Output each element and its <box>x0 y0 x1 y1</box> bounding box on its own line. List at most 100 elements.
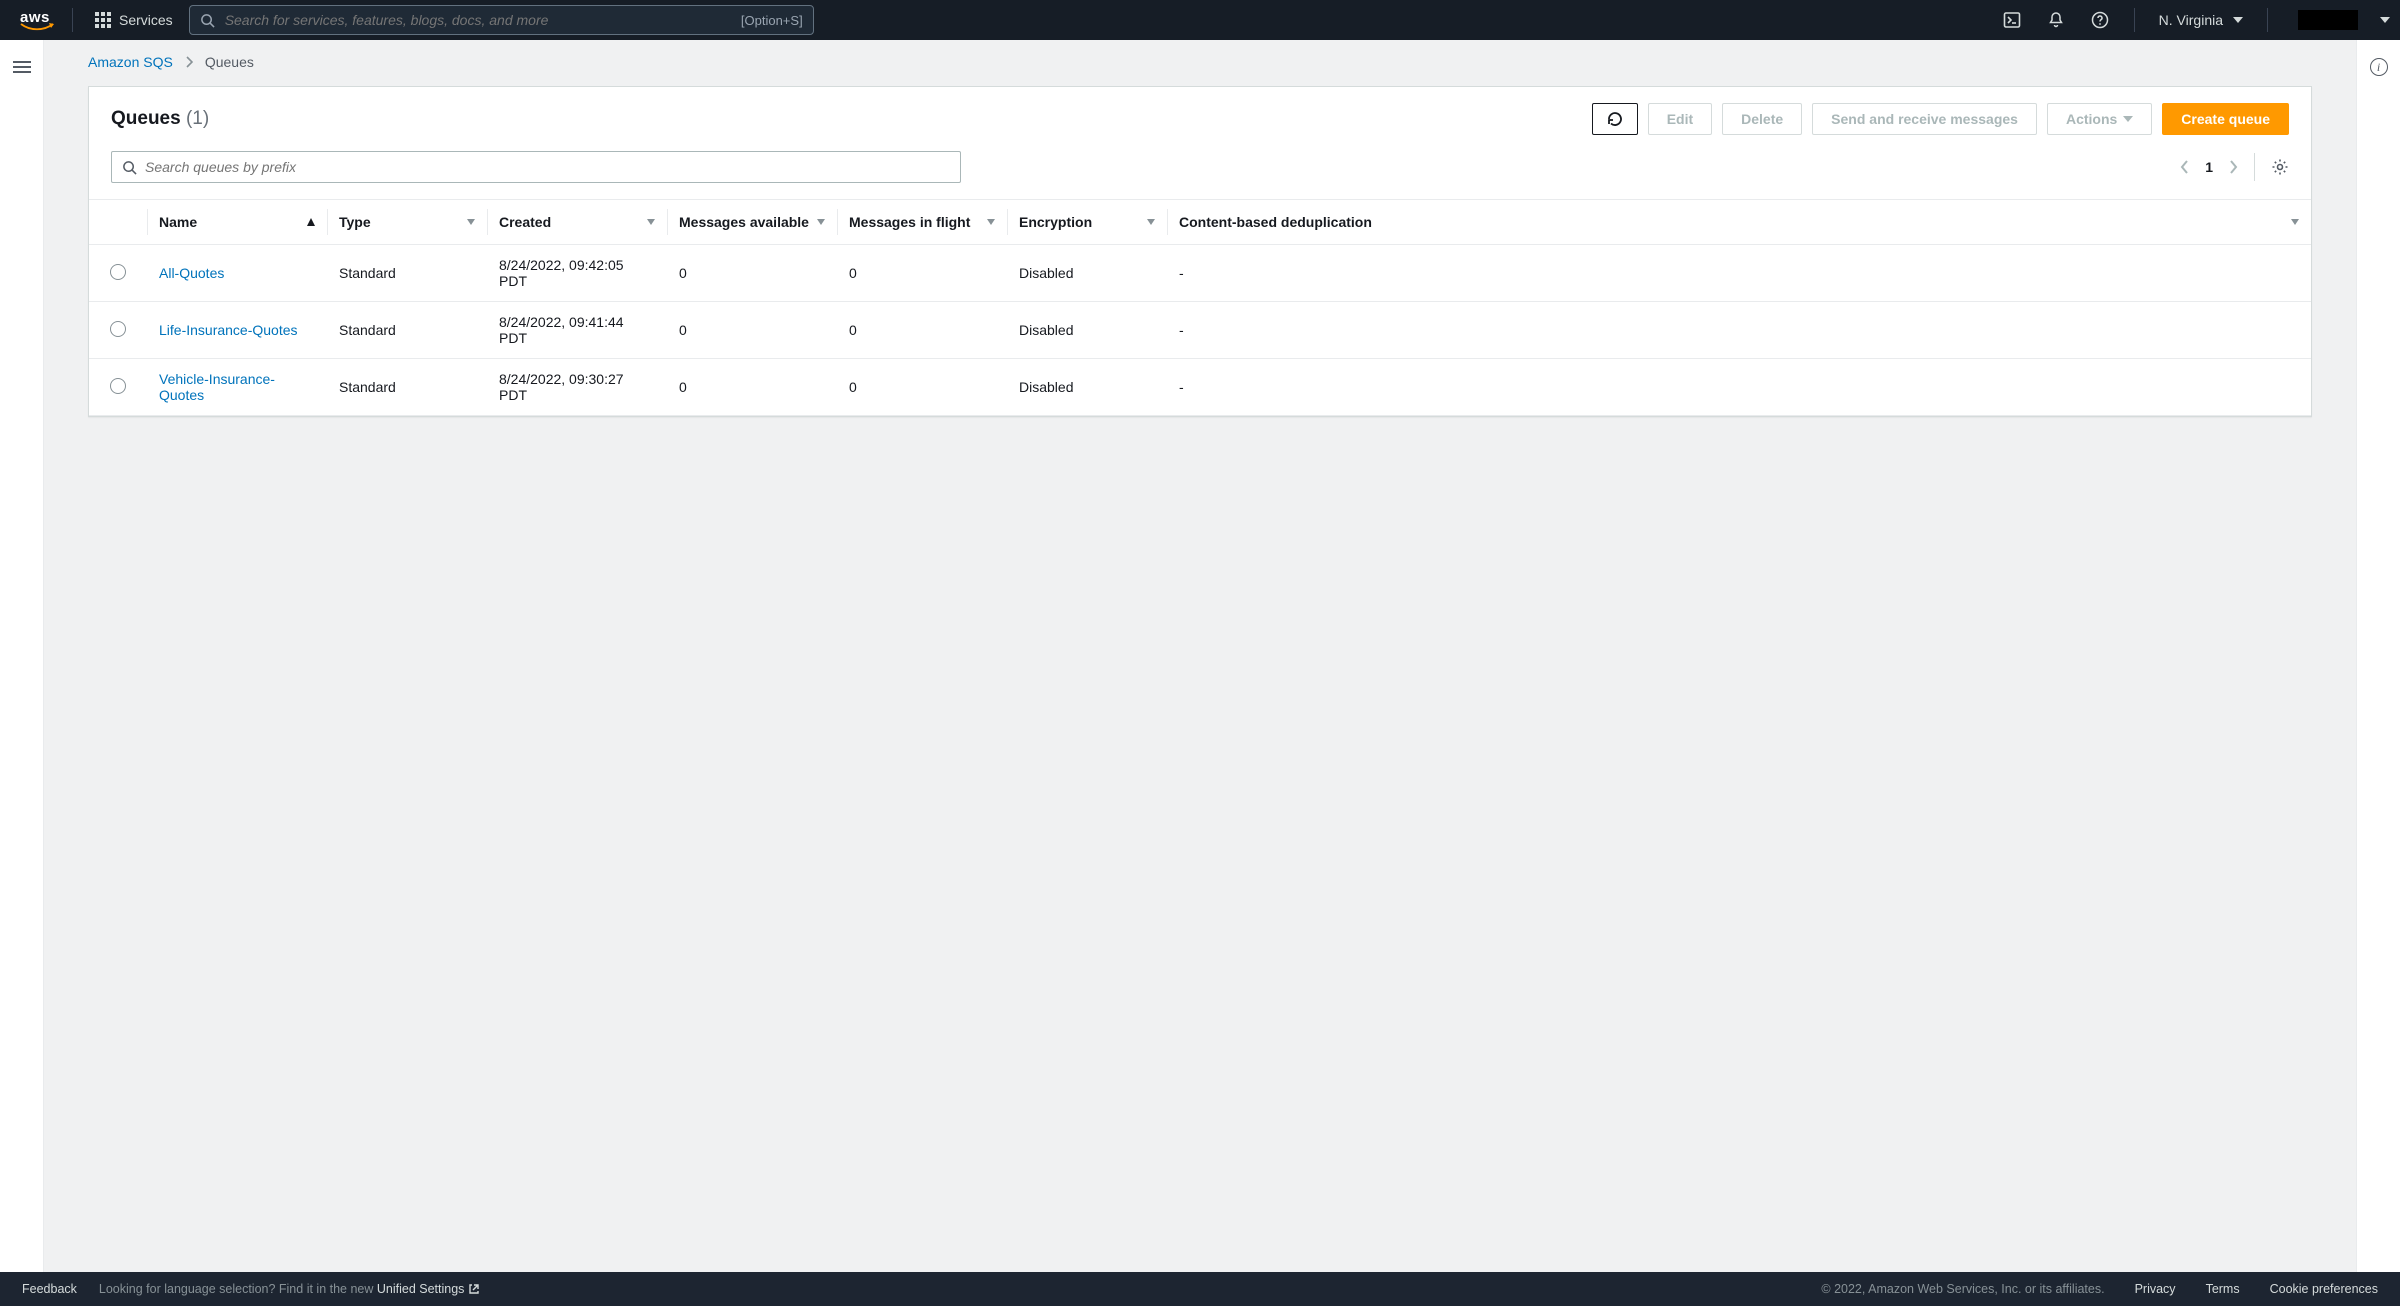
cell-msgs-available: 0 <box>667 359 837 416</box>
cell-encryption: Disabled <box>1007 302 1167 359</box>
cell-encryption: Disabled <box>1007 359 1167 416</box>
queue-name-link[interactable]: Vehicle-Insurance-Quotes <box>159 371 275 403</box>
edit-button[interactable]: Edit <box>1648 103 1712 135</box>
cell-msgs-available: 0 <box>667 302 837 359</box>
pager-current: 1 <box>2205 159 2213 175</box>
privacy-link[interactable]: Privacy <box>2135 1282 2176 1296</box>
cell-created: 8/24/2022, 09:42:05 PDT <box>487 245 667 302</box>
sort-icon <box>647 219 655 225</box>
cell-dedup: - <box>1167 302 2311 359</box>
actions-label: Actions <box>2066 111 2117 127</box>
col-dedup[interactable]: Content-based deduplication <box>1167 200 2311 245</box>
sort-asc-icon <box>307 218 315 226</box>
row-select-radio[interactable] <box>110 264 126 280</box>
notifications-button[interactable] <box>2040 4 2072 36</box>
cell-type: Standard <box>327 359 487 416</box>
global-search[interactable]: [Option+S] <box>189 5 814 35</box>
region-label: N. Virginia <box>2159 12 2223 28</box>
refresh-button[interactable] <box>1592 103 1638 135</box>
cell-dedup: - <box>1167 359 2311 416</box>
col-name[interactable]: Name <box>147 200 327 245</box>
cell-msgs-in-flight: 0 <box>837 359 1007 416</box>
search-icon <box>122 160 137 175</box>
footer: Feedback Looking for language selection?… <box>0 1272 2400 1306</box>
sort-icon <box>987 219 995 225</box>
cell-msgs-in-flight: 0 <box>837 245 1007 302</box>
caret-down-icon <box>2233 17 2243 23</box>
feedback-link[interactable]: Feedback <box>22 1282 77 1296</box>
breadcrumb: Amazon SQS Queues <box>88 54 2312 70</box>
services-menu-button[interactable]: Services <box>91 12 177 28</box>
footer-copyright: © 2022, Amazon Web Services, Inc. or its… <box>1821 1282 2104 1296</box>
sort-icon <box>467 219 475 225</box>
col-select <box>89 200 147 245</box>
gear-icon <box>2271 158 2289 176</box>
region-selector[interactable]: N. Virginia <box>2153 12 2249 28</box>
pager-next[interactable] <box>2229 160 2238 174</box>
row-select-radio[interactable] <box>110 378 126 394</box>
create-queue-button[interactable]: Create queue <box>2162 103 2289 135</box>
nav-divider <box>2267 8 2268 32</box>
chevron-right-icon <box>185 56 193 68</box>
actions-dropdown[interactable]: Actions <box>2047 103 2152 135</box>
cell-type: Standard <box>327 302 487 359</box>
queue-search[interactable] <box>111 151 961 183</box>
panel-title: Queues (1) <box>111 108 209 130</box>
queues-panel: Queues (1) Edit Delete Send and receive … <box>88 86 2312 417</box>
info-panel-toggle[interactable]: i <box>2370 58 2388 76</box>
col-msgs-in-flight[interactable]: Messages in flight <box>837 200 1007 245</box>
send-receive-button[interactable]: Send and receive messages <box>1812 103 2037 135</box>
queues-table: Name Type Created Messages available Mes… <box>89 199 2311 416</box>
queue-search-input[interactable] <box>145 159 950 175</box>
queue-name-link[interactable]: Life-Insurance-Quotes <box>159 322 298 338</box>
col-type[interactable]: Type <box>327 200 487 245</box>
account-redacted <box>2298 10 2358 30</box>
breadcrumb-current: Queues <box>205 54 254 70</box>
aws-logo[interactable]: aws <box>20 9 54 31</box>
terms-link[interactable]: Terms <box>2206 1282 2240 1296</box>
nav-divider <box>72 8 73 32</box>
sort-icon <box>2291 219 2299 225</box>
queue-name-link[interactable]: All-Quotes <box>159 265 224 281</box>
cloudshell-icon <box>2003 11 2021 29</box>
table-row: All-Quotes Standard8/24/2022, 09:42:05 PD… <box>89 245 2311 302</box>
cell-created: 8/24/2022, 09:41:44 PDT <box>487 302 667 359</box>
caret-down-icon <box>2123 116 2133 122</box>
cell-type: Standard <box>327 245 487 302</box>
help-button[interactable] <box>2084 4 2116 36</box>
col-encryption[interactable]: Encryption <box>1007 200 1167 245</box>
info-panel-collapsed: i <box>2356 40 2400 1272</box>
unified-settings-link[interactable]: Unified Settings <box>377 1282 480 1296</box>
global-search-input[interactable] <box>225 12 731 28</box>
side-nav-toggle[interactable] <box>13 58 31 1272</box>
breadcrumb-root[interactable]: Amazon SQS <box>88 54 173 70</box>
chevron-right-icon <box>2229 160 2238 174</box>
table-settings-button[interactable] <box>2271 158 2289 176</box>
nav-divider <box>2134 8 2135 32</box>
cell-msgs-in-flight: 0 <box>837 302 1007 359</box>
cell-dedup: - <box>1167 245 2311 302</box>
sort-icon <box>1147 219 1155 225</box>
table-row: Vehicle-Insurance-Quotes Standard8/24/202… <box>89 359 2311 416</box>
cell-created: 8/24/2022, 09:30:27 PDT <box>487 359 667 416</box>
cloudshell-button[interactable] <box>1996 4 2028 36</box>
row-select-radio[interactable] <box>110 321 126 337</box>
col-msgs-available[interactable]: Messages available <box>667 200 837 245</box>
services-label: Services <box>119 12 173 28</box>
cookie-prefs-link[interactable]: Cookie preferences <box>2270 1282 2378 1296</box>
cell-msgs-available: 0 <box>667 245 837 302</box>
delete-button[interactable]: Delete <box>1722 103 1802 135</box>
chevron-left-icon <box>2180 160 2189 174</box>
search-icon <box>200 13 215 28</box>
divider <box>2254 153 2255 181</box>
table-row: Life-Insurance-Quotes Standard8/24/2022, … <box>89 302 2311 359</box>
top-nav: aws Services [Option+S] N. Virginia <box>0 0 2400 40</box>
bell-icon <box>2047 11 2065 29</box>
search-shortcut: [Option+S] <box>741 13 803 28</box>
grid-icon <box>95 12 111 28</box>
pager-prev[interactable] <box>2180 160 2189 174</box>
caret-down-icon <box>2380 17 2390 23</box>
refresh-icon <box>1606 110 1624 128</box>
account-menu[interactable] <box>2376 17 2390 23</box>
col-created[interactable]: Created <box>487 200 667 245</box>
